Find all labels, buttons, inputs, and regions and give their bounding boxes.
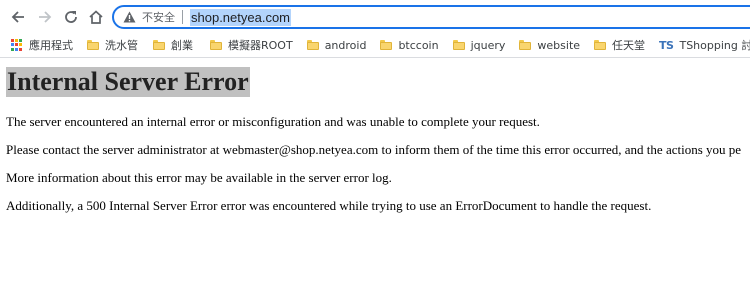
bookmark-folder[interactable]: 任天堂 xyxy=(594,35,645,55)
apps-grid-icon xyxy=(11,39,23,51)
page-title: Internal Server Error xyxy=(6,67,250,97)
home-icon xyxy=(89,10,103,24)
bookmark-tshopping[interactable]: TS TShopping 討論區... xyxy=(659,35,750,55)
browser-toolbar: 不安全 shop.netyea.com xyxy=(0,0,750,34)
bookmark-folder[interactable]: 模擬器ROOT xyxy=(210,35,293,55)
folder-icon xyxy=(452,40,465,50)
bookmark-label: 任天堂 xyxy=(612,39,646,52)
address-bar[interactable]: 不安全 shop.netyea.com xyxy=(112,5,750,29)
arrow-left-icon xyxy=(11,11,24,23)
bookmark-label: 模擬器ROOT xyxy=(228,39,293,52)
tshopping-icon: TS xyxy=(659,38,674,52)
error-paragraph: The server encountered an internal error… xyxy=(6,114,540,129)
bookmark-label: android xyxy=(324,38,367,52)
folder-icon xyxy=(380,40,393,50)
warning-icon[interactable] xyxy=(123,10,137,24)
forward-button[interactable] xyxy=(33,5,57,29)
folder-icon xyxy=(306,40,319,50)
folder-icon xyxy=(210,40,222,50)
bookmark-folder[interactable]: 洗水管 xyxy=(87,35,138,55)
bookmark-label: 洗水管 xyxy=(105,39,138,52)
url-text[interactable]: shop.netyea.com xyxy=(190,8,292,26)
bookmark-folder[interactable]: 創業 xyxy=(153,35,193,55)
bookmark-label: 應用程式 xyxy=(29,39,73,52)
folder-icon xyxy=(87,40,99,50)
bookmark-folder[interactable]: jquery xyxy=(452,35,506,55)
bookmark-label: 創業 xyxy=(171,39,193,52)
folder-icon xyxy=(153,40,165,50)
arrow-right-icon xyxy=(39,11,52,23)
home-button[interactable] xyxy=(84,5,108,29)
page-content: Internal Server Error The server encount… xyxy=(0,58,750,286)
error-paragraph: Please contact the server administrator … xyxy=(6,142,742,157)
reload-button[interactable] xyxy=(59,5,83,29)
bookmark-label: jquery xyxy=(470,38,506,52)
bookmark-folder[interactable]: android xyxy=(306,35,367,55)
bookmark-label: TShopping 討論區... xyxy=(679,39,750,52)
security-separator xyxy=(182,10,183,24)
reload-icon xyxy=(65,11,77,23)
bookmark-label: website xyxy=(537,38,581,52)
bookmark-label: btccoin xyxy=(398,38,439,52)
security-label[interactable]: 不安全 xyxy=(142,9,175,25)
error-paragraph: More information about this error may be… xyxy=(6,170,392,185)
bookmarks-bar: 應用程式 洗水管 創業 模擬器ROOT android btccoin jque… xyxy=(0,34,750,56)
back-button[interactable] xyxy=(6,5,30,29)
bookmark-apps[interactable]: 應用程式 xyxy=(11,35,73,55)
folder-icon xyxy=(594,40,607,50)
error-paragraph: Additionally, a 500 Internal Server Erro… xyxy=(6,198,652,213)
bookmark-folder[interactable]: website xyxy=(519,35,580,55)
bookmark-folder[interactable]: btccoin xyxy=(380,35,439,55)
folder-icon xyxy=(519,40,532,50)
